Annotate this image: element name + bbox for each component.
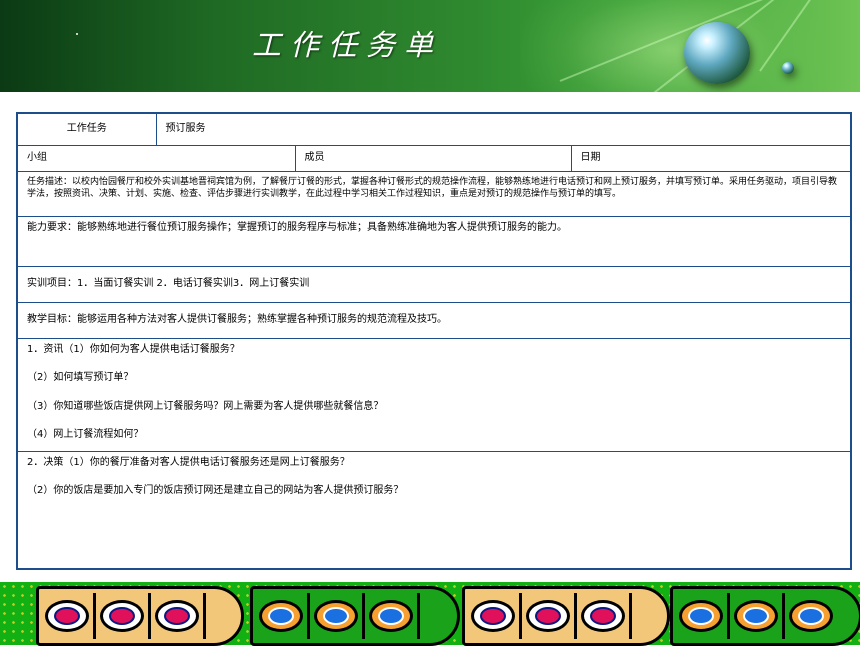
ornament-motif [100, 600, 144, 632]
date-label: 日期 [580, 151, 601, 163]
footer-ornament [670, 586, 860, 646]
training-cell: 实训项目：1．当面订餐实训 2．电话订餐实训3．网上订餐实训 [16, 265, 852, 303]
section1-row: 1．资讯（1）你如何为客人提供电话订餐服务？ （2）如何填写预订单？ （3）你知… [16, 337, 852, 452]
group-cell: 小组 [16, 144, 296, 172]
decorative-footer-band [0, 582, 860, 646]
description-cell: 任务描述：以校内怡园餐厅和校外实训基地晋祠宾馆为例，了解餐厅订餐的形式，掌握各种… [16, 170, 852, 217]
ornament-divider [727, 593, 730, 639]
ornament-motif [679, 600, 723, 632]
footer-ornament [36, 586, 244, 646]
section2-row: 2．决策（1）你的餐厅准备对客人提供电话订餐服务还是网上订餐服务？ （2）你的饭… [16, 450, 852, 570]
section2-line: （2）你的饭店是要加入专门的饭店预订网还是建立自己的网站为客人提供预订服务？ [27, 485, 404, 496]
ornament-motif [369, 600, 413, 632]
ornament-motif [259, 600, 303, 632]
task-description: 任务描述：以校内怡园餐厅和校外实训基地晋祠宾馆为例，了解餐厅订餐的形式，掌握各种… [27, 176, 838, 199]
ability-cell: 能力要求：能够熟练地进行餐位预订服务操作；掌握预订的服务程序与标准；具备熟练准确… [16, 215, 852, 267]
description-row: 任务描述：以校内怡园餐厅和校外实训基地晋祠宾馆为例，了解餐厅订餐的形式，掌握各种… [16, 170, 852, 217]
task-label-cell: 工作任务 [16, 112, 157, 146]
member-cell: 成员 [294, 144, 572, 172]
training-items: 实训项目：1．当面订餐实训 2．电话订餐实训3．网上订餐实训 [27, 277, 310, 289]
ability-row: 能力要求：能够熟练地进行餐位预订服务操作；掌握预订的服务程序与标准；具备熟练准确… [16, 215, 852, 267]
water-drop-image [684, 22, 750, 84]
ornament-divider [519, 593, 522, 639]
ornament-motif [471, 600, 515, 632]
ornament-divider [362, 593, 365, 639]
header-dot [76, 33, 78, 35]
ornament-divider [417, 593, 420, 639]
training-row: 实训项目：1．当面订餐实训 2．电话订餐实训3．网上订餐实训 [16, 265, 852, 303]
footer-ornament [250, 586, 460, 646]
ornament-motif [45, 600, 89, 632]
footer-ornament [462, 586, 670, 646]
ornament-divider [93, 593, 96, 639]
goal-row: 教学目标：能够运用各种方法对客人提供订餐服务；熟练掌握各种预订服务的规范流程及技… [16, 301, 852, 339]
task-label: 工作任务 [66, 123, 107, 134]
section1-cell: 1．资讯（1）你如何为客人提供电话订餐服务？ （2）如何填写预订单？ （3）你知… [16, 337, 852, 452]
task-row: 工作任务 预订服务 [16, 112, 852, 146]
ability-requirement: 能力要求：能够熟练地进行餐位预订服务操作；掌握预订的服务程序与标准；具备熟练准确… [27, 221, 567, 233]
ornament-motif [789, 600, 833, 632]
teaching-goal: 教学目标：能够运用各种方法对客人提供订餐服务；熟练掌握各种预订服务的规范流程及技… [27, 313, 447, 325]
ornament-motif [526, 600, 570, 632]
ornament-divider [574, 593, 577, 639]
group-label: 小组 [27, 151, 47, 163]
group-row: 小组 成员 日期 [16, 144, 852, 172]
section2-cell: 2．决策（1）你的餐厅准备对客人提供电话订餐服务还是网上订餐服务？ （2）你的饭… [16, 450, 852, 570]
section1-line: （2）如何填写预订单？ [27, 372, 134, 383]
ornament-divider [148, 593, 151, 639]
ornament-motif [581, 600, 625, 632]
ornament-motif [155, 600, 199, 632]
section1-line: （4）网上订餐流程如何？ [27, 429, 144, 440]
ornament-motif [734, 600, 778, 632]
header-banner: 工作任务单 [0, 0, 860, 92]
member-label: 成员 [304, 151, 325, 163]
ornament-divider [203, 593, 206, 639]
ornament-divider [782, 593, 785, 639]
goal-cell: 教学目标：能够运用各种方法对客人提供订餐服务；熟练掌握各种预订服务的规范流程及技… [16, 301, 852, 339]
small-water-drop-image [782, 62, 794, 74]
worksheet-table: 工作任务 预订服务 小组 成员 日期 任务描述：以校内怡园餐厅和校外实训基地晋祠… [16, 112, 853, 570]
ornament-divider [629, 593, 632, 639]
date-cell: 日期 [570, 144, 852, 172]
page-title: 工作任务单 [252, 28, 443, 62]
task-value-cell: 预订服务 [155, 112, 852, 146]
task-value: 预订服务 [165, 123, 206, 134]
section1-line: 1．资讯（1）你如何为客人提供电话订餐服务？ [27, 343, 240, 355]
ornament-divider [307, 593, 310, 639]
section2-line: 2．决策（1）你的餐厅准备对客人提供电话订餐服务还是网上订餐服务？ [27, 456, 350, 468]
ornament-motif [314, 600, 358, 632]
section1-line: （3）你知道哪些饭店提供网上订餐服务吗？网上需要为客人提供哪些就餐信息？ [27, 400, 384, 412]
